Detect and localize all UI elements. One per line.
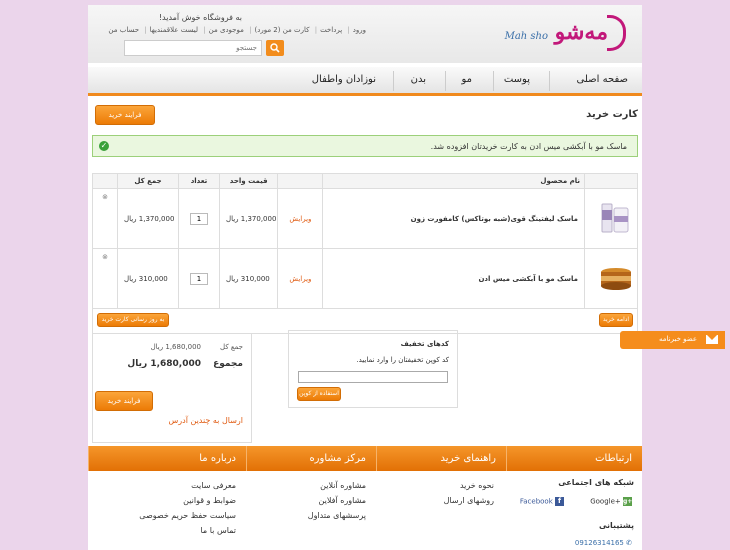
checkout-button-bottom[interactable]: فرایند خرید [95, 391, 153, 411]
footer: ارتباطات راهنمای خرید مرکز مشاوره درباره… [88, 446, 642, 550]
my-cart-link[interactable]: کارت من (2 مورد) [254, 26, 309, 34]
remove-icon[interactable]: ⊗ [92, 248, 118, 309]
multi-address-link[interactable]: ارسال به چندین آدرس [169, 416, 243, 425]
qty-input[interactable] [190, 272, 208, 285]
grand-total-value: 1,680,000 ریال [127, 359, 201, 369]
table-row: ماسک لیفتینگ قوی(شبه بوتاکس) کامفورت زون… [92, 188, 638, 249]
row-total: 310,000 ریال [117, 248, 179, 309]
product-image-hair-mask [601, 267, 631, 290]
grand-total-label: مجموع [213, 359, 243, 369]
product-name[interactable]: ماسک مو با آبکشی میس ادن [322, 248, 585, 309]
unit-price: 310,000 ریال [218, 248, 279, 309]
search-bar [124, 40, 284, 56]
checkout-link[interactable]: پرداخت [320, 26, 342, 34]
product-image[interactable] [584, 248, 638, 309]
row-total: 1,370,000 ریال [117, 188, 179, 249]
page-title: کارت خرید [586, 109, 638, 120]
edit-link[interactable]: ویرایش [277, 248, 324, 309]
google-plus-link[interactable]: Google+ g+ [590, 497, 632, 506]
newsletter-tab[interactable]: عضو خبرنامه [620, 331, 725, 349]
phone-number: 09126314165 [574, 539, 624, 547]
nav-kids[interactable]: نوزادان واطفال [312, 74, 376, 85]
footer-link[interactable]: معرفی سایت [139, 478, 236, 493]
footer-contact-title: ارتباطات [506, 446, 642, 471]
success-text: ماسک مو با آبکشی میس ادن به کارت خریدتان… [430, 142, 627, 151]
main-nav: صفحه اصلی پوست مو بدن نوزادان واطفال [88, 67, 642, 96]
product-name[interactable]: ماسک لیفتینگ قوی(شبه بوتاکس) کامفورت زون [322, 188, 585, 249]
footer-advice-list: مشاوره آنلاین مشاوره آفلاین پرسشهای متدا… [308, 478, 366, 523]
col-product-name: نام محصول [322, 173, 585, 189]
social-title: شبکه های اجتماعی [558, 478, 634, 487]
footer-link[interactable]: تماس با ما [139, 523, 236, 538]
google-plus-label: Google+ [590, 497, 621, 506]
col-total: جمع کل [117, 173, 179, 189]
facebook-link[interactable]: Facebook f [520, 497, 564, 506]
continue-shopping-button[interactable]: ادامه خرید [599, 313, 633, 327]
nav-body[interactable]: بدن [411, 74, 426, 85]
wishlist-link[interactable]: لیست علاقمندیها [150, 26, 198, 34]
footer-link[interactable]: مشاوره آفلاین [308, 493, 366, 508]
subtotal-value: 1,680,000 ریال [150, 343, 201, 351]
footer-guide-title: راهنمای خرید [376, 446, 506, 471]
footer-link[interactable]: نحوه خرید [444, 478, 494, 493]
col-unit-price: قیمت واحد [218, 173, 279, 189]
edit-link[interactable]: ویرایش [277, 188, 324, 249]
login-link[interactable]: ورود [353, 26, 366, 34]
cart-header-row: نام محصول قیمت واحد تعداد جمع کل [92, 173, 638, 189]
footer-about-list: معرفی سایت ضوابط و قوانین سیاست حفظ حریم… [139, 478, 236, 538]
nav-home[interactable]: صفحه اصلی [577, 74, 628, 85]
nav-hair[interactable]: مو [461, 74, 472, 85]
search-icon [270, 43, 280, 53]
facebook-label: Facebook [519, 497, 553, 506]
footer-guide-list: نحوه خرید روشهای ارسال [444, 478, 494, 508]
header: مه‌شو Mah sho به فروشگاه خوش آمدید! ورود… [88, 5, 642, 63]
coupon-description: کد کوپن تخفیفتان را وارد نمایید. [356, 356, 449, 364]
cart-table: نام محصول قیمت واحد تعداد جمع کل ماسک لی… [92, 173, 638, 334]
support-phone[interactable]: 09126314165 ✆ [575, 539, 632, 547]
site-logo[interactable]: مه‌شو Mah sho [500, 13, 630, 53]
subtotal-label: جمع کل [220, 343, 243, 351]
footer-link[interactable]: ضوابط و قوانین [139, 493, 236, 508]
product-image[interactable] [584, 188, 638, 249]
newsletter-label: عضو خبرنامه [659, 335, 697, 343]
search-button[interactable] [266, 40, 284, 56]
unit-price: 1,370,000 ریال [218, 188, 279, 249]
support-title: پشتیبانی [598, 521, 634, 530]
coupon-input[interactable] [298, 371, 448, 383]
product-image-comfort-zone [601, 203, 629, 232]
success-message: ماسک مو با آبکشی میس ادن به کارت خریدتان… [92, 135, 638, 157]
my-account-link[interactable]: حساب من [108, 26, 139, 34]
totals-box: جمع کل 1,680,000 ریال مجموع 1,680,000 ری… [92, 333, 252, 443]
qty-input[interactable] [190, 212, 208, 225]
check-icon: ✓ [99, 141, 109, 151]
phone-icon: ✆ [626, 539, 632, 547]
footer-link[interactable]: روشهای ارسال [444, 493, 494, 508]
google-plus-icon: g+ [623, 497, 633, 506]
coupon-title: کدهای تخفیف [400, 340, 449, 348]
footer-link[interactable]: مشاوره آنلاین [308, 478, 366, 493]
envelope-icon [706, 335, 718, 344]
footer-link[interactable]: سیاست حفظ حریم خصوصی [139, 508, 236, 523]
footer-about-title: درباره ما [88, 446, 246, 471]
top-links: ورود| پرداخت| کارت من (2 مورد)| موجودی م… [108, 26, 366, 34]
footer-advice-title: مرکز مشاوره [246, 446, 376, 471]
apply-coupon-button[interactable]: استفاده از کوپن [297, 387, 341, 401]
table-row: ماسک مو با آبکشی میس ادن ویرایش 310,000 … [92, 248, 638, 309]
update-cart-button[interactable]: به روز رسانی کارت خرید [97, 313, 169, 327]
footer-link[interactable]: پرسشهای متداول [308, 508, 366, 523]
coupon-box: کدهای تخفیف کد کوپن تخفیفتان را وارد نما… [288, 330, 458, 408]
search-input[interactable] [124, 40, 262, 56]
my-balance-link[interactable]: موجودی من [209, 26, 244, 34]
welcome-message: به فروشگاه خوش آمدید! [158, 13, 242, 22]
logo-swirl [607, 15, 626, 51]
remove-icon[interactable]: ⊗ [92, 188, 118, 249]
nav-skin[interactable]: پوست [504, 74, 530, 85]
checkout-button-top[interactable]: فرایند خرید [95, 105, 155, 125]
facebook-icon: f [555, 497, 564, 506]
logo-text: مه‌شو [554, 19, 608, 45]
page: مه‌شو Mah sho به فروشگاه خوش آمدید! ورود… [88, 5, 642, 550]
col-qty: تعداد [178, 173, 220, 189]
logo-text-en: Mah sho [504, 31, 548, 42]
